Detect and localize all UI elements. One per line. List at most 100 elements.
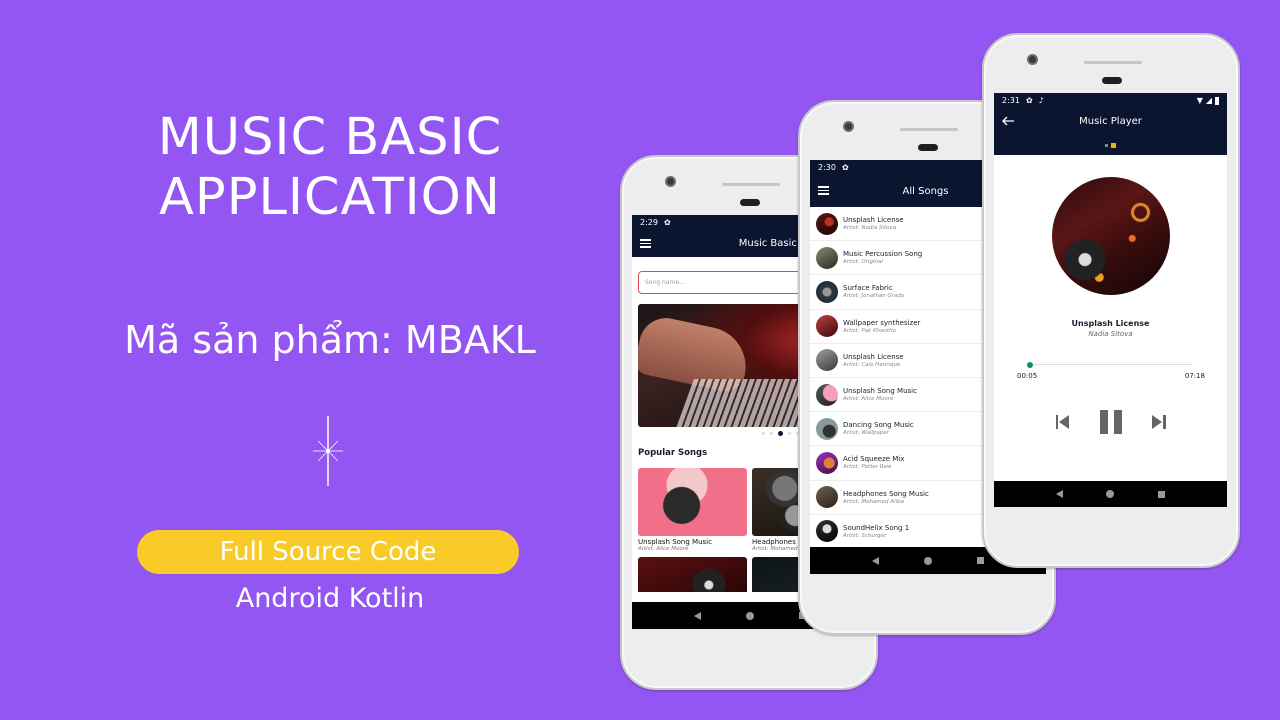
nav-recents-icon[interactable] bbox=[976, 557, 984, 564]
nav-home-icon[interactable] bbox=[923, 556, 932, 565]
song-name: Headphones Song Music bbox=[843, 489, 929, 498]
song-text: Surface Fabric Artist: Jonathan Grado bbox=[843, 284, 904, 299]
song-name: Acid Squeeze Mix bbox=[843, 455, 905, 464]
song-artist: Artist: Jonathan Grado bbox=[843, 293, 905, 300]
song-artist: Artist: Mohamed Aliba bbox=[843, 498, 904, 505]
promo-title-line1: MUSIC BASIC bbox=[157, 108, 503, 167]
song-thumbnail bbox=[816, 349, 838, 372]
song-artist: Artist: Pak Khantho bbox=[843, 327, 896, 334]
track-title: Unsplash License bbox=[1071, 319, 1150, 328]
track-artist: Nadia Sitova bbox=[1088, 330, 1133, 338]
song-cover-image bbox=[638, 468, 747, 536]
song-name: Unsplash Song Music bbox=[638, 538, 712, 546]
earpiece-speaker bbox=[900, 128, 958, 131]
signal-icon: ◢ bbox=[1205, 96, 1212, 105]
proximity-sensor bbox=[918, 144, 938, 151]
album-art-disc bbox=[1051, 177, 1170, 295]
page-dot[interactable] bbox=[1105, 143, 1108, 147]
song-thumbnail bbox=[816, 246, 838, 269]
app-title: Music Player bbox=[1079, 116, 1142, 127]
status-time: 2:29 bbox=[640, 218, 658, 227]
total-duration: 07:18 bbox=[1184, 372, 1205, 380]
phone-music-player-screen: 2:31 ✿ ♪ ▼ ◢ Music Player Unsplash Licen… bbox=[982, 33, 1240, 568]
earpiece-speaker bbox=[1084, 61, 1142, 64]
status-indicators: ▼ ◢ bbox=[1197, 93, 1219, 108]
page-indicator bbox=[994, 135, 1227, 155]
seek-bar[interactable] bbox=[1026, 362, 1193, 368]
popular-song-card[interactable] bbox=[638, 557, 747, 592]
nav-recents-icon[interactable] bbox=[1158, 490, 1166, 498]
song-artist: Artist: Alice Moore bbox=[843, 396, 894, 403]
settings-icon: ✿ bbox=[663, 218, 671, 227]
song-text: Music Percussion Song Artist: Original bbox=[843, 250, 922, 265]
full-source-code-badge: Full Source Code bbox=[137, 530, 519, 574]
song-thumbnail bbox=[816, 520, 838, 543]
pause-icon[interactable] bbox=[1099, 410, 1122, 434]
page-dot-active[interactable] bbox=[1111, 142, 1116, 148]
song-artist: Artist: Nadia Sitova bbox=[843, 225, 897, 232]
song-name: Surface Fabric bbox=[843, 284, 893, 293]
front-camera bbox=[1027, 54, 1038, 65]
carousel-dot-active[interactable] bbox=[777, 431, 783, 436]
song-text: Unsplash Song Music Artist: Alice Moore bbox=[843, 387, 917, 402]
song-text: Unsplash License Artist: Caio Henrique bbox=[843, 353, 904, 368]
playback-controls bbox=[994, 410, 1227, 434]
system-nav-bar bbox=[994, 481, 1227, 507]
earpiece-speaker bbox=[722, 183, 780, 186]
sparkle-icon bbox=[313, 416, 343, 486]
elapsed-time: 00:05 bbox=[1017, 372, 1038, 380]
song-thumbnail bbox=[816, 486, 838, 509]
song-name: Wallpaper synthesizer bbox=[843, 318, 921, 327]
song-name: Unsplash License bbox=[843, 216, 904, 225]
song-cover-image bbox=[638, 557, 747, 592]
song-text: Wallpaper synthesizer Artist: Pak Khantho bbox=[843, 319, 920, 334]
time-labels: 00:05 07:18 bbox=[1017, 372, 1205, 380]
nav-home-icon[interactable] bbox=[745, 611, 754, 620]
wifi-icon: ▼ bbox=[1196, 96, 1203, 105]
front-camera bbox=[665, 176, 676, 187]
nav-home-icon[interactable] bbox=[1106, 490, 1115, 498]
settings-icon: ✿ bbox=[1025, 96, 1033, 105]
song-artist: Artist: Original bbox=[843, 259, 883, 266]
status-time: 2:31 bbox=[1002, 96, 1020, 105]
front-camera bbox=[843, 121, 854, 132]
skip-previous-icon[interactable] bbox=[1055, 415, 1070, 429]
song-text: SoundHelix Song 1 Artist: Schurger bbox=[843, 524, 909, 539]
promo-title-line2: APPLICATION bbox=[159, 168, 501, 227]
nav-back-icon[interactable] bbox=[1055, 490, 1063, 498]
song-artist: Artist: Schurger bbox=[843, 532, 887, 539]
proximity-sensor bbox=[1102, 77, 1122, 84]
promo-title: MUSIC BASIC APPLICATION bbox=[100, 108, 560, 228]
carousel-dot[interactable] bbox=[787, 432, 791, 435]
app-bar: Music Player bbox=[994, 108, 1227, 135]
proximity-sensor bbox=[740, 199, 760, 206]
song-name: Unsplash Song Music bbox=[843, 387, 917, 396]
song-thumbnail bbox=[816, 280, 838, 303]
carousel-dot[interactable] bbox=[769, 432, 773, 435]
song-artist: Artist: Alice Moore bbox=[638, 546, 689, 552]
music-player-screen: 2:31 ✿ ♪ ▼ ◢ Music Player Unsplash Licen… bbox=[994, 93, 1227, 507]
song-name: Dancing Song Music bbox=[843, 421, 914, 430]
song-artist: Artist: Wallpaper bbox=[843, 430, 889, 437]
song-thumbnail bbox=[816, 212, 838, 235]
song-text: Unsplash License Artist: Nadia Sitova bbox=[843, 216, 904, 231]
nav-back-icon[interactable] bbox=[694, 611, 702, 620]
song-name: Unsplash License bbox=[843, 352, 904, 361]
song-thumbnail bbox=[816, 451, 838, 474]
music-note-icon: ♪ bbox=[1038, 96, 1044, 105]
song-name: SoundHelix Song 1 bbox=[843, 523, 910, 532]
battery-icon bbox=[1215, 96, 1219, 105]
nav-back-icon[interactable] bbox=[872, 556, 880, 565]
song-name: Music Percussion Song bbox=[843, 250, 923, 259]
song-thumbnail bbox=[816, 417, 838, 440]
popular-song-card[interactable]: Unsplash Song Music Artist: Alice Moore bbox=[638, 468, 747, 552]
song-thumbnail bbox=[816, 383, 838, 406]
seek-thumb[interactable] bbox=[1026, 362, 1033, 368]
song-thumbnail bbox=[816, 315, 838, 338]
status-time: 2:30 bbox=[818, 163, 836, 172]
song-artist: Artist: Petter Rew bbox=[843, 464, 892, 471]
settings-icon: ✿ bbox=[841, 163, 849, 172]
carousel-dot[interactable] bbox=[761, 432, 765, 435]
skip-next-icon[interactable] bbox=[1151, 415, 1166, 429]
product-code: Mã sản phẩm: MBAKL bbox=[124, 318, 536, 362]
